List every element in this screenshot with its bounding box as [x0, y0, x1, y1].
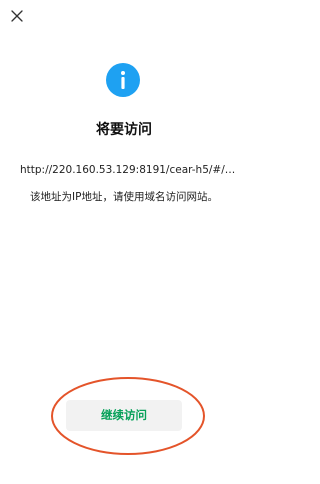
- info-icon: [106, 63, 140, 97]
- close-button[interactable]: [8, 7, 26, 25]
- ip-address-notice: 该地址为IP地址，请使用域名访问网站。: [30, 191, 218, 203]
- target-url: http://220.160.53.129:8191/cear-h5/#/lo.…: [20, 164, 238, 176]
- close-icon: [11, 10, 23, 22]
- continue-visit-button[interactable]: 继续访问: [66, 400, 182, 431]
- dialog-title: 将要访问: [96, 122, 152, 138]
